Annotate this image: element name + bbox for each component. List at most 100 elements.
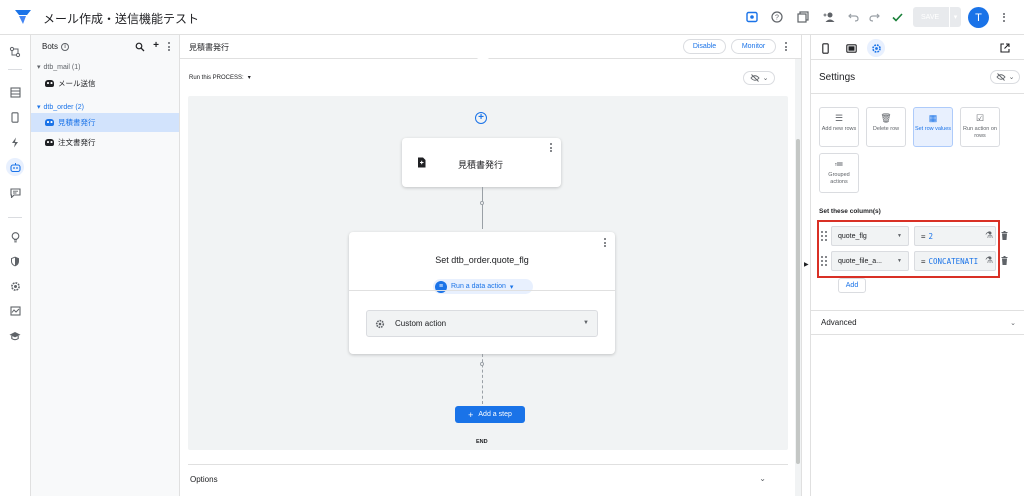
undo-icon[interactable]	[845, 9, 861, 25]
connector-line	[482, 187, 483, 229]
run-process-label: Run this PROCESS:	[189, 75, 244, 81]
add-bot-icon[interactable]: +	[153, 40, 159, 52]
chevron-down-icon[interactable]: ⌄	[1010, 319, 1016, 327]
monitor-button[interactable]: Monitor	[731, 39, 776, 54]
bot-item-label: 見積書発行	[58, 118, 96, 127]
node-more-icon[interactable]	[549, 143, 553, 152]
info-icon[interactable]: i	[61, 42, 70, 51]
bot-name[interactable]: 見積書発行	[189, 42, 229, 53]
bot-group-dtb-order[interactable]: ▾ dtb_order (2)	[37, 103, 84, 112]
more-menu-icon[interactable]	[996, 9, 1012, 25]
event-node[interactable]: 見積書発行	[402, 138, 561, 187]
column-select[interactable]: quote_file_a... ▼	[831, 251, 909, 271]
options-section[interactable]: Options ⌄	[188, 464, 788, 494]
scrollbar-thumb[interactable]	[796, 139, 800, 464]
appsheet-logo-icon[interactable]	[14, 9, 32, 25]
phone-preview-icon[interactable]	[816, 39, 834, 57]
learn-school-icon[interactable]	[6, 327, 24, 345]
step-type-selector[interactable]: ≡ Run a data action ▾	[433, 279, 533, 294]
tile-run-action-on-rows[interactable]: ☑ Run action on rows	[960, 107, 1000, 147]
advanced-section[interactable]: Advanced ⌄	[811, 310, 1024, 335]
add-rows-icon: ☰	[834, 113, 844, 123]
security-shield-icon[interactable]	[6, 252, 24, 270]
copy-app-icon[interactable]	[795, 9, 811, 25]
step-more-icon[interactable]	[603, 238, 607, 247]
lightbulb-icon[interactable]	[6, 228, 24, 246]
left-nav-rail	[0, 35, 31, 496]
automation-flow-icon[interactable]	[6, 43, 24, 61]
expression-field[interactable]: = 2	[914, 226, 996, 246]
add-step-button[interactable]: + Add a step	[455, 406, 525, 423]
share-user-icon[interactable]	[821, 9, 837, 25]
document-icon	[418, 157, 426, 168]
expression-field[interactable]: = CONCATENATI	[914, 251, 996, 271]
views-phone-icon[interactable]	[6, 108, 24, 126]
actions-bolt-icon[interactable]	[6, 133, 24, 151]
run-process-selector[interactable]: Run this PROCESS: ▾	[189, 74, 251, 81]
monitor-graph-icon[interactable]	[6, 302, 24, 320]
redo-icon[interactable]	[866, 9, 882, 25]
options-label: Options	[190, 475, 218, 484]
settings-gear-icon[interactable]	[6, 277, 24, 295]
collapse-chevron-icon[interactable]: ▾	[37, 63, 41, 71]
collapse-chevron-icon[interactable]: ▾	[37, 103, 41, 111]
tablet-preview-icon[interactable]	[842, 39, 860, 57]
tile-label: Add new rows	[821, 126, 857, 132]
trash-icon: 🗑	[880, 113, 892, 123]
expression-assistant-flask-icon[interactable]: ⚗	[985, 255, 993, 266]
intelligence-chat-icon[interactable]	[6, 184, 24, 202]
step-title: Set dtb_order.quote_flg	[435, 255, 529, 265]
rail-divider	[8, 217, 22, 218]
tile-label: Grouped actions	[828, 172, 850, 185]
bots-more-icon[interactable]	[167, 42, 171, 52]
dropdown-caret-icon: ▼	[583, 320, 589, 326]
automation-bot-icon[interactable]	[6, 158, 24, 176]
connector-dot	[480, 201, 484, 205]
bot-more-icon[interactable]	[784, 42, 788, 51]
drag-handle-icon[interactable]	[821, 231, 827, 241]
settings-gear-tab-icon[interactable]	[867, 39, 885, 57]
drag-handle-icon[interactable]	[821, 256, 827, 266]
visibility-toggle[interactable]: ⌄	[743, 71, 775, 85]
data-table-icon[interactable]	[6, 83, 24, 101]
save-options-chevron-icon[interactable]: ▾	[949, 7, 961, 27]
bot-group-dtb-mail[interactable]: ▾ dtb_mail (1)	[37, 63, 80, 72]
save-button[interactable]: SAVE ▾	[913, 7, 961, 27]
delete-row-trash-icon[interactable]	[1001, 256, 1008, 265]
tile-delete-row[interactable]: 🗑 Delete row	[866, 107, 906, 147]
bot-editor-header: 見積書発行 Disable Monitor	[180, 35, 801, 64]
tile-grouped-actions[interactable]: ≔ Grouped actions	[819, 153, 859, 193]
chevron-down-icon[interactable]: ⌄	[759, 474, 766, 483]
end-label: END	[476, 439, 488, 445]
open-external-icon[interactable]	[996, 39, 1014, 57]
add-column-button[interactable]: Add	[838, 278, 866, 293]
add-event-plus-icon[interactable]: +	[475, 112, 487, 124]
tile-label: Set row values	[914, 126, 952, 132]
settings-visibility-toggle[interactable]: ⌄	[990, 70, 1020, 84]
bot-item-order-issue[interactable]: 注文書発行	[31, 133, 179, 152]
bot-canvas: Run this PROCESS: ▾ ⌄ + 見積書発行 Set dtb_ord…	[180, 59, 795, 496]
tile-set-row-values[interactable]: ▦ Set row values	[913, 107, 953, 147]
expression-assistant-flask-icon[interactable]: ⚗	[985, 230, 993, 241]
collapse-arrow-icon[interactable]: ▶	[804, 261, 809, 268]
expression-value: CONCATENATI	[928, 256, 979, 266]
bots-actions: +	[135, 40, 171, 52]
settings-divider	[811, 93, 1024, 94]
action-select[interactable]: Custom action ▼	[366, 310, 598, 337]
preview-app-icon[interactable]	[744, 9, 760, 25]
checklist-icon: ☑	[975, 113, 985, 123]
search-icon[interactable]	[135, 42, 145, 52]
delete-row-trash-icon[interactable]	[1001, 231, 1008, 240]
disable-button[interactable]: Disable	[683, 39, 726, 54]
dropdown-caret-icon: ▼	[897, 258, 902, 264]
help-icon[interactable]: ?	[769, 9, 785, 25]
column-select[interactable]: quote_flg ▼	[831, 226, 909, 246]
tile-add-new-rows[interactable]: ☰ Add new rows	[819, 107, 859, 147]
dropdown-caret-icon: ▼	[897, 233, 902, 239]
bot-item-quote-issue[interactable]: 見積書発行	[31, 113, 179, 132]
panel-splitter[interactable]: ▶	[801, 35, 811, 496]
bot-item-mail-send[interactable]: メール送信	[31, 74, 179, 93]
user-avatar[interactable]: T	[968, 7, 989, 28]
step-type-label: Run a data action	[451, 283, 506, 290]
step-node[interactable]: Set dtb_order.quote_flg ≡ Run a data act…	[349, 232, 615, 354]
